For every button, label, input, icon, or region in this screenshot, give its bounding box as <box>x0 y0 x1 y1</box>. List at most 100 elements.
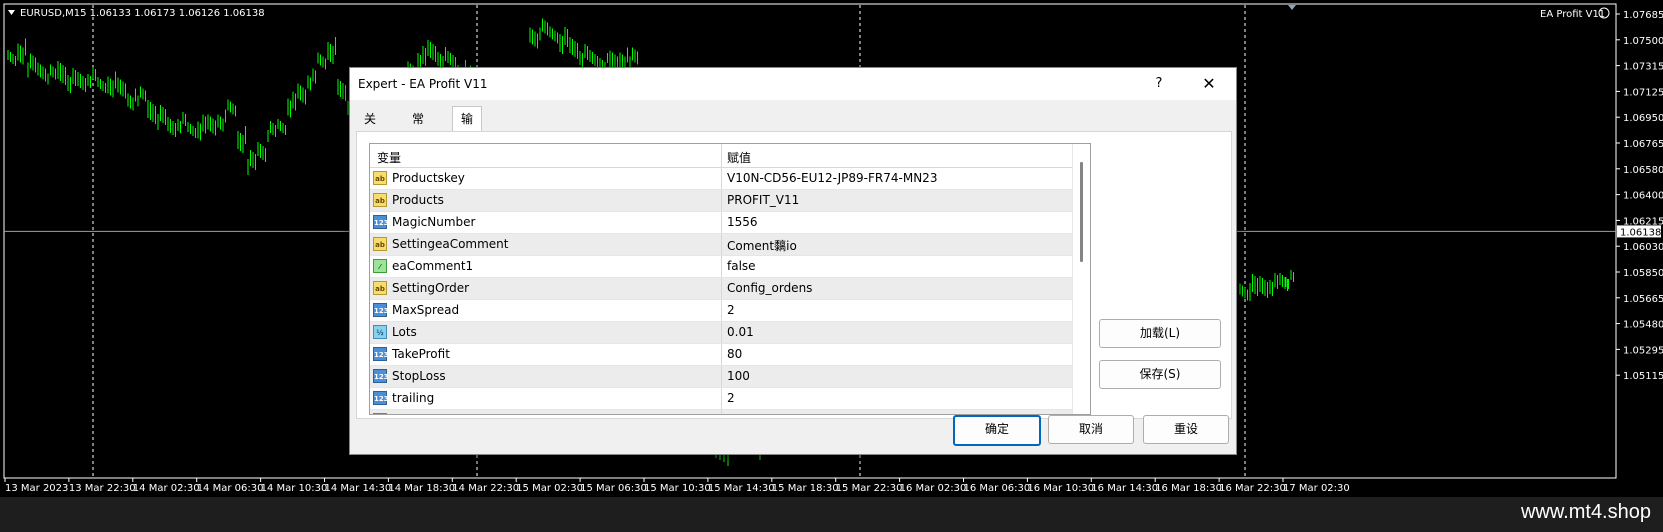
time-tick-label: 14 Mar 14:30 <box>325 483 392 494</box>
param-value[interactable]: 2 <box>727 391 735 405</box>
string-type-icon: ab <box>373 237 387 251</box>
dialog-titlebar[interactable]: Expert - EA Profit V11 ? ✕ <box>350 68 1236 100</box>
dropdown-triangle-icon <box>8 10 15 15</box>
column-divider <box>721 190 722 211</box>
price-tick-label: 1.06580 <box>1623 165 1663 176</box>
table-row[interactable]: 123 StopLoss 100 <box>370 366 1072 388</box>
load-button[interactable]: 加载(L) <box>1099 319 1221 348</box>
table-row[interactable]: 123 TakeProfit 80 <box>370 344 1072 366</box>
price-tick-label: 1.07315 <box>1623 62 1663 73</box>
param-value[interactable]: 0.01 <box>727 325 754 339</box>
parameters-table[interactable]: 变量 赋值 ab Productskey V10N-CD56-EU12-JP89-F… <box>369 143 1091 415</box>
price-tick-label: 1.05850 <box>1623 268 1663 279</box>
header-variable[interactable]: 变量 <box>377 149 401 166</box>
price-tick-label: 1.05295 <box>1623 345 1663 356</box>
param-name: Productskey <box>392 171 465 185</box>
price-tick-label: 1.06950 <box>1623 113 1663 124</box>
column-divider <box>721 300 722 321</box>
current-price-label: 1.06138 <box>1620 227 1661 238</box>
header-value[interactable]: 赋值 <box>727 149 751 166</box>
time-tick-label: 16 Mar 02:30 <box>900 483 967 494</box>
time-tick-label: 14 Mar 10:30 <box>261 483 328 494</box>
column-divider <box>721 388 722 409</box>
string-type-icon: ab <box>373 281 387 295</box>
table-row[interactable]: ab SettingOrder Config_ordens <box>370 278 1072 300</box>
param-name: Lots <box>392 325 417 339</box>
time-tick-label: 15 Mar 06:30 <box>580 483 647 494</box>
table-row[interactable]: ab SettingeaComment Coment黐io <box>370 234 1072 256</box>
save-button[interactable]: 保存(S) <box>1099 360 1221 389</box>
time-tick-label: 16 Mar 14:30 <box>1091 483 1158 494</box>
param-value[interactable]: 99.0 <box>727 413 754 414</box>
column-divider <box>721 278 722 299</box>
time-tick-label: 13 Mar 22:30 <box>69 483 136 494</box>
time-tick-label: 13 Mar 2023 <box>5 483 68 494</box>
column-divider <box>721 322 722 343</box>
price-tick-label: 1.05115 <box>1623 371 1663 382</box>
indicator-label: EA Profit V11 <box>1540 9 1605 20</box>
time-tick-label: 16 Mar 22:30 <box>1219 483 1286 494</box>
column-divider <box>721 234 722 255</box>
price-tick-label: 1.06765 <box>1623 139 1663 150</box>
expert-properties-dialog: Expert - EA Profit V11 ? ✕ 关于 常用 输入参数 变量… <box>349 67 1237 455</box>
tab-about[interactable]: 关于 <box>356 108 384 148</box>
param-value[interactable]: 2 <box>727 303 735 317</box>
table-row[interactable]: 123 MaxSpread 2 <box>370 300 1072 322</box>
time-tick-label: 16 Mar 06:30 <box>964 483 1031 494</box>
table-scrollbar[interactable] <box>1072 144 1090 414</box>
param-name: eaComment1 <box>392 259 474 273</box>
param-value[interactable]: 1556 <box>727 215 758 229</box>
ok-button[interactable]: 确定 <box>953 415 1041 446</box>
param-name: SettingOrder <box>392 281 470 295</box>
time-tick-label: 14 Mar 06:30 <box>197 483 264 494</box>
string-type-icon: ab <box>373 171 387 185</box>
integer-type-icon: 123 <box>373 347 389 361</box>
time-tick-label: 15 Mar 10:30 <box>644 483 711 494</box>
param-name: TakeProfit <box>392 347 450 361</box>
double-type-icon: ½ <box>373 325 387 339</box>
param-name: trailing <box>392 391 435 405</box>
time-tick-label: 14 Mar 18:30 <box>388 483 455 494</box>
param-value[interactable]: Config_ordens <box>727 281 812 295</box>
table-row[interactable]: ½ Lots 0.01 <box>370 322 1072 344</box>
column-divider <box>721 212 722 233</box>
param-value[interactable]: Coment黐io <box>727 237 797 254</box>
param-value[interactable]: false <box>727 259 756 273</box>
table-body: ab Productskey V10N-CD56-EU12-JP89-FR74-MN… <box>370 168 1072 414</box>
column-divider <box>721 410 722 414</box>
param-name: MagicNumber <box>392 215 476 229</box>
price-tick-label: 1.06400 <box>1623 191 1663 202</box>
param-value[interactable]: 100 <box>727 369 750 383</box>
time-tick-label: 15 Mar 22:30 <box>836 483 903 494</box>
tab-inputs[interactable]: 输入参数 <box>452 106 483 198</box>
column-divider <box>721 344 722 365</box>
table-row[interactable]: ab Productskey V10N-CD56-EU12-JP89-FR74-MN… <box>370 168 1072 190</box>
double-type-icon: ½ <box>373 413 387 414</box>
tab-common[interactable]: 常用 <box>404 108 432 148</box>
integer-type-icon: 123 <box>373 369 389 383</box>
param-value[interactable]: PROFIT_V11 <box>727 193 799 207</box>
time-tick-label: 14 Mar 22:30 <box>452 483 519 494</box>
param-name: Products <box>392 193 444 207</box>
close-button[interactable]: ✕ <box>1194 72 1224 96</box>
price-tick-label: 1.07500 <box>1623 36 1663 47</box>
integer-type-icon: 123 <box>373 303 389 317</box>
header-divider[interactable] <box>721 144 722 167</box>
table-row[interactable]: 123 MagicNumber 1556 <box>370 212 1072 234</box>
reset-button[interactable]: 重设 <box>1143 415 1229 444</box>
string-type-icon: ab <box>373 193 387 207</box>
help-button[interactable]: ? <box>1144 72 1174 96</box>
table-row[interactable]: ⁄ eaComment1 false <box>370 256 1072 278</box>
table-row[interactable]: ab Products PROFIT_V11 <box>370 190 1072 212</box>
dialog-title: Expert - EA Profit V11 <box>358 77 488 91</box>
cancel-button[interactable]: 取消 <box>1048 415 1134 444</box>
table-row[interactable]: 123 trailing 2 <box>370 388 1072 410</box>
price-tick-label: 1.05665 <box>1623 294 1663 305</box>
price-tick-label: 1.07685 <box>1623 10 1663 21</box>
param-value[interactable]: V10N-CD56-EU12-JP89-FR74-MN23 <box>727 171 937 185</box>
time-tick-label: 15 Mar 18:30 <box>772 483 839 494</box>
shift-marker-icon <box>1288 5 1296 10</box>
param-value[interactable]: 80 <box>727 347 742 361</box>
scroll-thumb[interactable] <box>1080 162 1083 262</box>
price-tick-label: 1.06030 <box>1623 242 1663 253</box>
